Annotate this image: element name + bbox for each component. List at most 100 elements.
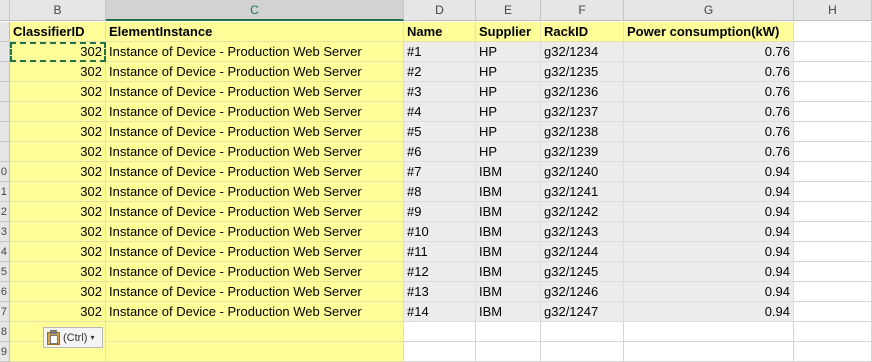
column-header-h[interactable]: H <box>794 0 872 21</box>
cell-power[interactable]: 0.94 <box>624 302 794 322</box>
cell-empty[interactable] <box>794 242 872 262</box>
cell-supplier[interactable]: IBM <box>476 162 541 182</box>
cell-rack[interactable]: g32/1234 <box>541 42 624 62</box>
cell-instance[interactable]: Instance of Device - Production Web Serv… <box>106 82 404 102</box>
cell-rack[interactable]: g32/1240 <box>541 162 624 182</box>
cell-empty[interactable] <box>794 142 872 162</box>
cell-instance[interactable]: Instance of Device - Production Web Serv… <box>106 262 404 282</box>
cell-rack[interactable]: g32/1247 <box>541 302 624 322</box>
cell-empty[interactable] <box>794 322 872 342</box>
cell-supplier[interactable]: IBM <box>476 282 541 302</box>
cell-supplier[interactable]: HP <box>476 142 541 162</box>
cell-classifier[interactable]: 302 <box>10 142 106 162</box>
cell-empty[interactable] <box>476 322 541 342</box>
cell-power[interactable]: 0.94 <box>624 242 794 262</box>
cell-instance[interactable]: Instance of Device - Production Web Serv… <box>106 102 404 122</box>
cell-empty[interactable] <box>794 282 872 302</box>
cell-empty[interactable] <box>794 122 872 142</box>
cell-name[interactable]: #14 <box>404 302 476 322</box>
cell-supplier[interactable]: HP <box>476 82 541 102</box>
cell-power[interactable]: 0.94 <box>624 262 794 282</box>
row-header[interactable]: 8 <box>0 322 10 342</box>
header-cell-h[interactable] <box>794 22 872 42</box>
column-header-g[interactable]: G <box>624 0 794 21</box>
header-cell-c[interactable]: ElementInstance <box>106 22 404 42</box>
cell-name[interactable]: #5 <box>404 122 476 142</box>
row-header[interactable]: 3 <box>0 222 10 242</box>
cell-power[interactable]: 0.76 <box>624 122 794 142</box>
cell-instance[interactable]: Instance of Device - Production Web Serv… <box>106 42 404 62</box>
cell-name[interactable]: #12 <box>404 262 476 282</box>
cell-classifier[interactable]: 302 <box>10 162 106 182</box>
column-header-d[interactable]: D <box>404 0 476 21</box>
cell-rack[interactable]: g32/1243 <box>541 222 624 242</box>
cell-rack[interactable]: g32/1244 <box>541 242 624 262</box>
cell-supplier[interactable]: IBM <box>476 302 541 322</box>
cell-supplier[interactable]: IBM <box>476 242 541 262</box>
cell-classifier[interactable]: 302 <box>10 182 106 202</box>
cell-empty[interactable] <box>794 62 872 82</box>
cell-classifier[interactable]: 302 <box>10 262 106 282</box>
cell-rack[interactable]: g32/1239 <box>541 142 624 162</box>
cell-power[interactable]: 0.76 <box>624 62 794 82</box>
cell-supplier[interactable]: IBM <box>476 202 541 222</box>
cell-empty[interactable] <box>404 342 476 362</box>
cell-rack[interactable]: g32/1238 <box>541 122 624 142</box>
header-cell-e[interactable]: Supplier <box>476 22 541 42</box>
cell-supplier[interactable]: HP <box>476 122 541 142</box>
row-header[interactable]: 0 <box>0 162 10 182</box>
cell-power[interactable]: 0.94 <box>624 202 794 222</box>
cell-name[interactable]: #1 <box>404 42 476 62</box>
cell-instance[interactable]: Instance of Device - Production Web Serv… <box>106 202 404 222</box>
cell-empty[interactable] <box>794 162 872 182</box>
column-header-f[interactable]: F <box>541 0 624 21</box>
row-header[interactable] <box>0 102 10 122</box>
header-cell-f[interactable]: RackID <box>541 22 624 42</box>
cell-instance[interactable]: Instance of Device - Production Web Serv… <box>106 302 404 322</box>
cell-name[interactable]: #13 <box>404 282 476 302</box>
cell-empty[interactable] <box>106 342 404 362</box>
cell-empty[interactable] <box>794 222 872 242</box>
cell-rack[interactable]: g32/1235 <box>541 62 624 82</box>
cell-name[interactable]: #10 <box>404 222 476 242</box>
cell-instance[interactable]: Instance of Device - Production Web Serv… <box>106 182 404 202</box>
row-header[interactable] <box>0 122 10 142</box>
column-header-b[interactable]: B <box>10 0 106 21</box>
cell-classifier[interactable]: 302 <box>10 42 106 62</box>
row-header[interactable]: 4 <box>0 242 10 262</box>
paste-options-button[interactable]: (Ctrl) ▾ <box>43 327 103 348</box>
cell-empty[interactable] <box>794 262 872 282</box>
cell-empty[interactable] <box>794 102 872 122</box>
cell-instance[interactable]: Instance of Device - Production Web Serv… <box>106 62 404 82</box>
row-header[interactable]: 9 <box>0 342 10 362</box>
header-cell-b[interactable]: ClassifierID <box>10 22 106 42</box>
cell-power[interactable]: 0.76 <box>624 102 794 122</box>
cell-empty[interactable] <box>541 322 624 342</box>
cell-instance[interactable]: Instance of Device - Production Web Serv… <box>106 122 404 142</box>
cell-rack[interactable]: g32/1246 <box>541 282 624 302</box>
cell-instance[interactable]: Instance of Device - Production Web Serv… <box>106 282 404 302</box>
row-header[interactable] <box>0 62 10 82</box>
cell-power[interactable]: 0.76 <box>624 42 794 62</box>
row-header[interactable] <box>0 142 10 162</box>
cell-instance[interactable]: Instance of Device - Production Web Serv… <box>106 162 404 182</box>
cell-power[interactable]: 0.94 <box>624 162 794 182</box>
cell-empty[interactable] <box>106 322 404 342</box>
row-header[interactable]: 6 <box>0 282 10 302</box>
cell-classifier[interactable]: 302 <box>10 62 106 82</box>
select-all-corner[interactable] <box>0 0 10 21</box>
cell-empty[interactable] <box>794 302 872 322</box>
cell-classifier[interactable]: 302 <box>10 202 106 222</box>
cell-supplier[interactable]: IBM <box>476 262 541 282</box>
spreadsheet-grid[interactable]: B C D E F G H 0 1 2 3 4 5 6 7 8 9 ClassifierID ElementInst… <box>0 0 872 362</box>
cell-power[interactable]: 0.76 <box>624 82 794 102</box>
cell-supplier[interactable]: HP <box>476 102 541 122</box>
cell-name[interactable]: #4 <box>404 102 476 122</box>
row-header[interactable] <box>0 82 10 102</box>
cell-name[interactable]: #9 <box>404 202 476 222</box>
cell-classifier[interactable]: 302 <box>10 122 106 142</box>
cell-instance[interactable]: Instance of Device - Production Web Serv… <box>106 222 404 242</box>
cell-empty[interactable] <box>476 342 541 362</box>
cell-empty[interactable] <box>541 342 624 362</box>
cell-classifier[interactable]: 302 <box>10 302 106 322</box>
